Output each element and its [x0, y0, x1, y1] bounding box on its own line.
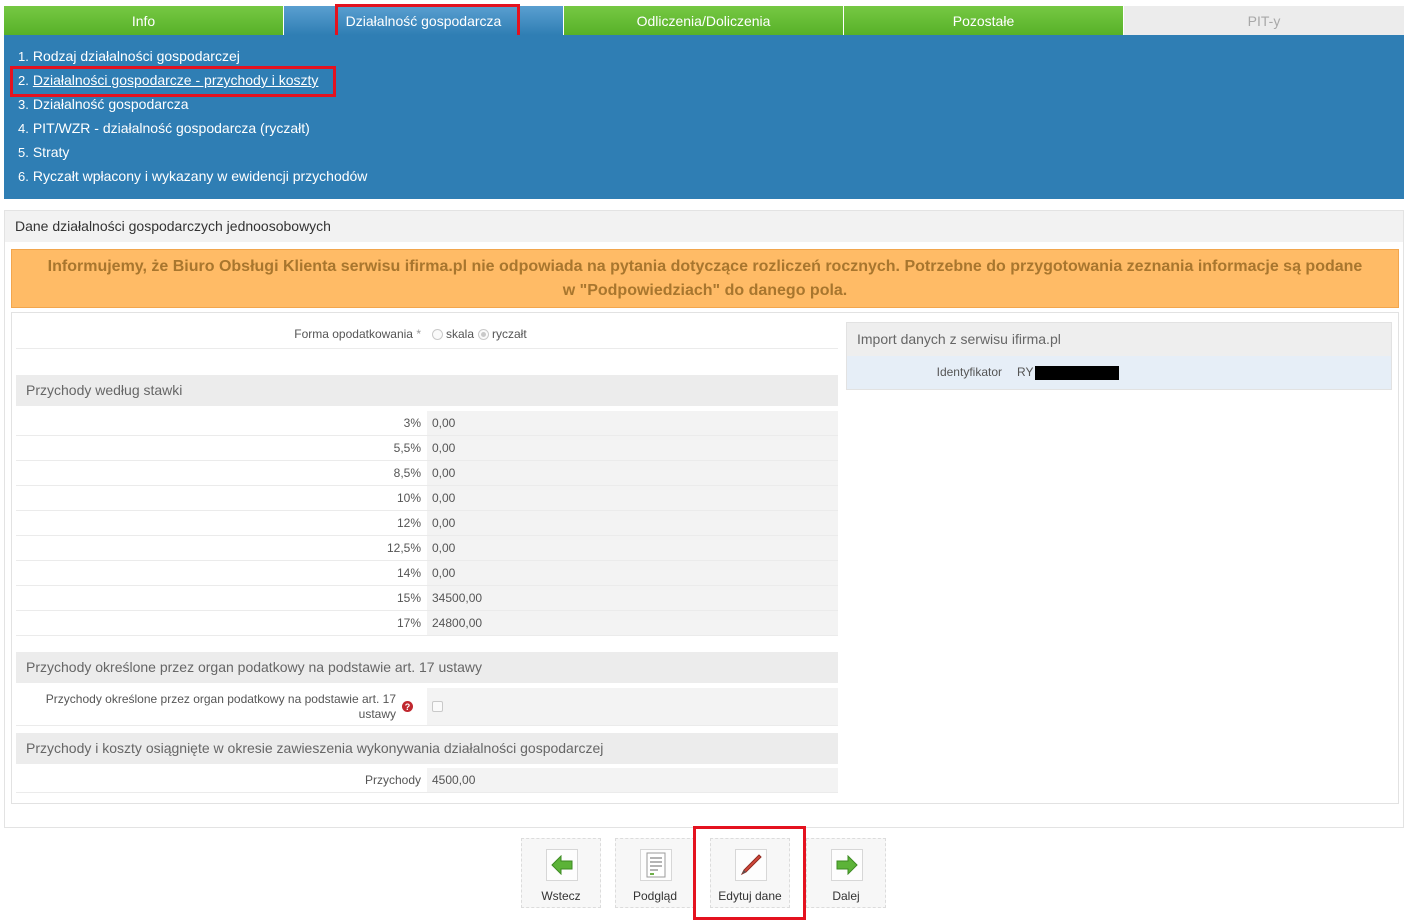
back-button[interactable]: Wstecz: [521, 838, 601, 908]
subnav-item-label[interactable]: Działalności gospodarcze - przychody i k…: [33, 72, 319, 88]
subnav-item-number: 4.: [18, 121, 29, 136]
subnav-item-business[interactable]: 3. Działalność gospodarcza: [18, 94, 188, 114]
tab-pit-forms[interactable]: PIT-y: [1124, 6, 1404, 35]
art17-checkbox[interactable]: [432, 701, 443, 712]
next-button[interactable]: Dalej: [806, 838, 886, 908]
tab-info[interactable]: Info: [4, 6, 284, 35]
rates-section-header: Przychody według stawki: [16, 375, 838, 406]
suspension-income-label: Przychody: [364, 773, 421, 787]
rate-label: 17%: [396, 616, 421, 630]
tax-form-label-text: Forma opodatkowania: [294, 327, 413, 341]
subnav-item-label[interactable]: PIT/WZR - działalność gospodarcza (rycza…: [33, 120, 310, 136]
rate-value: 0,00: [427, 411, 838, 435]
rate-value: 0,00: [427, 486, 838, 510]
subnav-item-income-costs[interactable]: 2. Działalności gospodarcze - przychody i…: [18, 70, 318, 90]
rate-row: 8,5% 0,00: [16, 461, 838, 486]
rate-value: 0,00: [427, 536, 838, 560]
rate-row: 5,5% 0,00: [16, 436, 838, 461]
suspension-section-header: Przychody i koszty osiągnięte w okresie …: [16, 733, 838, 764]
radio-lump-sum[interactable]: [478, 328, 490, 340]
subnav-item-label[interactable]: Straty: [33, 144, 70, 160]
tax-form-options: skala ryczałt: [427, 320, 838, 348]
rate-row: 17% 24800,00: [16, 611, 838, 636]
edit-data-button[interactable]: Edytuj dane: [710, 838, 790, 908]
preview-button[interactable]: Podgląd: [615, 838, 695, 908]
redacted-block: [1035, 365, 1120, 380]
tab-business-activity[interactable]: Działalność gospodarcza: [284, 6, 564, 35]
info-notice: Informujemy, że Biuro Obsługi Klienta se…: [11, 249, 1399, 308]
identifier-label: Identyfikator: [936, 365, 1002, 379]
back-button-label: Wstecz: [541, 889, 581, 903]
rate-label: 3%: [403, 416, 421, 430]
subnav-item-number: 5.: [18, 145, 29, 160]
tax-form-label: Forma opodatkowania *: [16, 320, 427, 348]
art17-label: Przychody określone przez organ podatkow…: [45, 691, 396, 721]
help-icon[interactable]: ?: [402, 701, 413, 712]
rate-value: 0,00: [427, 511, 838, 535]
suspension-income-value: 4500,00: [427, 768, 838, 792]
subnav-item-activity-type[interactable]: 1. Rodzaj działalności gospodarczej: [18, 46, 240, 66]
rate-row: 15% 34500,00: [16, 586, 838, 611]
radio-scale[interactable]: [432, 328, 443, 340]
rate-label: 5,5%: [393, 441, 421, 455]
suspension-income-row: Przychody 4500,00: [16, 768, 838, 793]
arrow-right-icon: [831, 849, 863, 881]
sub-navigation: 1. Rodzaj działalności gospodarczej 2. Dzi…: [4, 35, 1404, 199]
radio-lump-sum-label: ryczałt: [492, 327, 527, 341]
art17-section-header: Przychody określone przez organ podatkow…: [16, 652, 838, 683]
tax-form-row: Forma opodatkowania * skala ryczałt: [16, 320, 838, 349]
subnav-item-losses[interactable]: 5. Straty: [18, 142, 69, 162]
rate-value: 0,00: [427, 436, 838, 460]
radio-scale-label: skala: [446, 327, 475, 341]
rate-row: 14% 0,00: [16, 561, 838, 586]
rate-row: 12% 0,00: [16, 511, 838, 536]
identifier-value: RY: [1017, 356, 1120, 389]
rate-row: 10% 0,00: [16, 486, 838, 511]
art17-row: Przychody określone przez organ podatkow…: [16, 688, 838, 726]
subnav-item-label[interactable]: Ryczałt wpłacony i wykazany w ewidencji …: [33, 168, 368, 184]
subnav-item-number: 1.: [18, 49, 29, 64]
rate-label: 10%: [396, 491, 421, 505]
art17-value: [427, 688, 838, 725]
rate-label: 8,5%: [393, 466, 421, 480]
rate-value: 34500,00: [427, 586, 838, 610]
rate-label: 14%: [396, 566, 421, 580]
rate-label: 12%: [396, 516, 421, 530]
import-title: Import danych z serwisu ifirma.pl: [847, 323, 1391, 356]
art17-label-wrap: Przychody określone przez organ podatkow…: [16, 688, 421, 725]
subnav-item-number: 2.: [18, 73, 29, 88]
arrow-left-icon: [546, 849, 578, 881]
rate-row: 3% 0,00: [16, 411, 838, 436]
next-button-label: Dalej: [832, 889, 860, 903]
subnav-item-number: 6.: [18, 169, 29, 184]
rate-label: 15%: [396, 591, 421, 605]
subnav-item-label[interactable]: Rodzaj działalności gospodarczej: [33, 48, 240, 64]
rate-value: 24800,00: [427, 611, 838, 635]
panel-title: Dane działalności gospodarczych jednooso…: [5, 211, 1403, 242]
identifier-prefix: RY: [1017, 365, 1034, 379]
subnav-item-lump-sum-paid[interactable]: 6. Ryczałt wpłacony i wykazany w ewidencj…: [18, 166, 367, 186]
document-preview-icon: [640, 849, 672, 881]
rate-value: 0,00: [427, 461, 838, 485]
rate-value: 0,00: [427, 561, 838, 585]
rate-label: 12,5%: [386, 541, 421, 555]
subnav-item-pit-wzr[interactable]: 4. PIT/WZR - działalność gospodarcza (ryc…: [18, 118, 310, 138]
preview-button-label: Podgląd: [632, 889, 678, 903]
pen-icon: [735, 849, 767, 881]
edit-data-button-label: Edytuj dane: [718, 889, 782, 903]
subnav-item-number: 3.: [18, 97, 29, 112]
required-marker: *: [416, 327, 421, 341]
import-identifier-row: Identyfikator RY: [847, 356, 1391, 389]
rate-row: 12,5% 0,00: [16, 536, 838, 561]
import-box: Import danych z serwisu ifirma.pl Identy…: [846, 322, 1392, 390]
main-tabs: Info Działalność gospodarcza Odliczenia/…: [4, 6, 1404, 35]
subnav-item-label[interactable]: Działalność gospodarcza: [33, 96, 189, 112]
tab-deductions[interactable]: Odliczenia/Doliczenia: [564, 6, 844, 35]
tab-other[interactable]: Pozostałe: [844, 6, 1124, 35]
